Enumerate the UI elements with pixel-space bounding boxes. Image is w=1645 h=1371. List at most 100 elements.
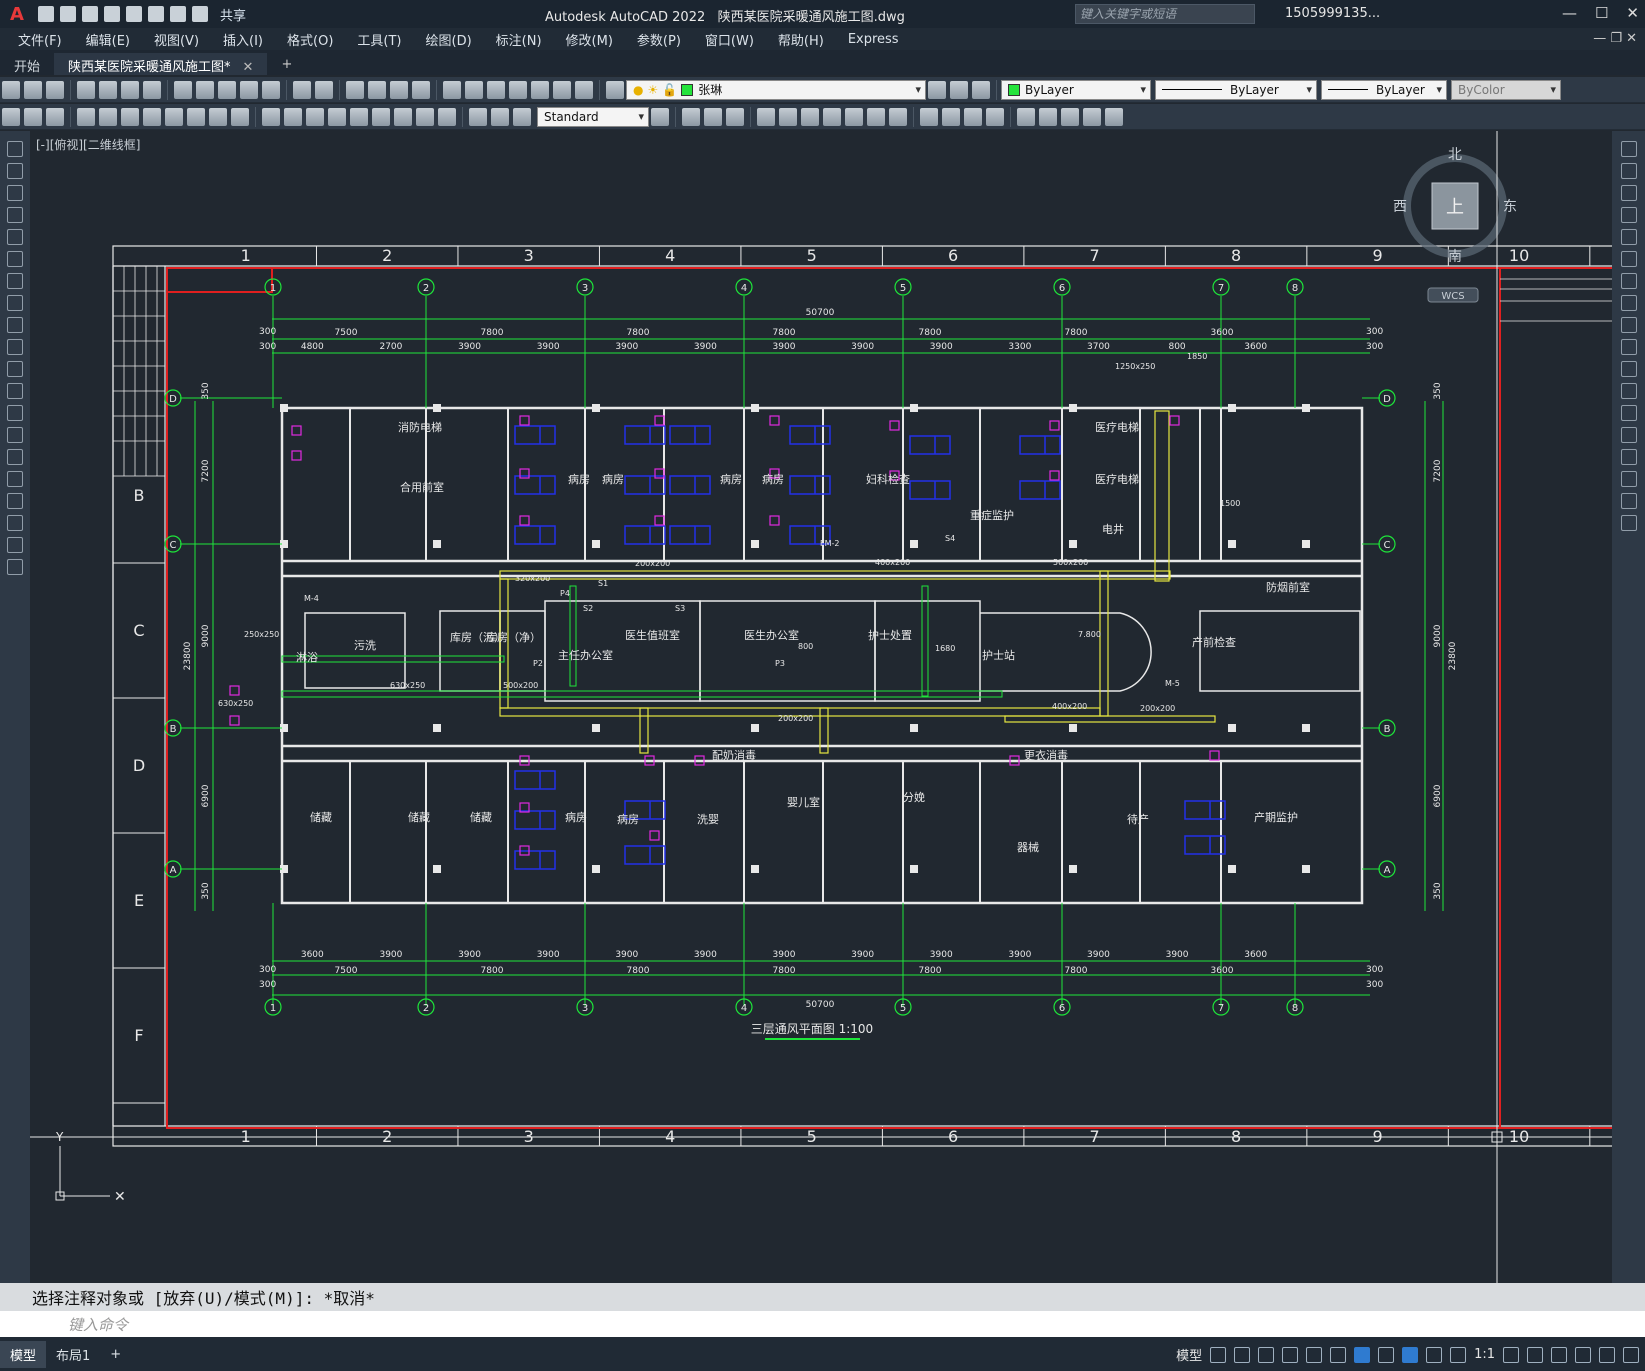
scale-icon[interactable] [1620,295,1637,311]
web-icon[interactable] [143,80,161,99]
publish-icon[interactable] [126,6,142,22]
menu-view[interactable]: 视图(V) [154,30,199,49]
extend-icon[interactable] [1620,361,1637,377]
menu-window[interactable]: 窗口(W) [705,30,754,49]
tool-palettes-icon[interactable] [487,80,505,99]
modify-icon-18[interactable] [1083,107,1101,126]
lineweight-dropdown[interactable]: ByLayer [1321,79,1447,100]
zoom-realtime-icon[interactable] [368,80,386,99]
gradient-icon[interactable] [7,471,23,487]
minimize-icon[interactable]: — [1562,4,1577,22]
modify-icon-16[interactable] [1039,107,1057,126]
center-mark-icon[interactable] [394,107,412,126]
viewcube[interactable]: 上 北 南 西 东 WCS [1393,147,1517,303]
erase-icon[interactable] [1620,141,1637,157]
viewcube-top[interactable]: 上 [1446,197,1464,218]
menu-tools[interactable]: 工具(T) [357,30,401,49]
modify-icon-12[interactable] [942,107,960,126]
new-tab-button[interactable]: + [281,57,292,75]
radius-icon[interactable] [165,107,183,126]
annotation-scale-icon[interactable] [1450,1346,1467,1363]
isolate-objects-icon[interactable] [1551,1346,1567,1363]
pan-icon[interactable] [346,80,364,99]
table-icon[interactable] [7,515,23,531]
calculator-icon[interactable] [553,80,571,99]
maximize-icon[interactable]: ☐ [1595,4,1608,22]
tab-start[interactable]: 开始 [0,53,54,75]
trim-icon[interactable] [1620,339,1637,355]
close-icon[interactable]: ✕ [1626,4,1639,22]
search-input[interactable]: 键入关键字或短语 [1075,4,1255,24]
angular-icon[interactable] [231,107,249,126]
linetype-dropdown[interactable]: ByLayer [1155,79,1317,100]
menu-express[interactable]: Express [848,32,899,47]
circle-icon[interactable] [7,273,23,289]
layer-states-icon[interactable] [972,80,990,99]
make-block-icon[interactable] [7,405,23,421]
toolbar-icon-a[interactable] [2,107,20,126]
zoom-previous-icon[interactable] [412,80,430,99]
wcs-menu[interactable]: WCS [1441,291,1464,302]
zoom-window-icon[interactable] [390,80,408,99]
modify-icon-11[interactable] [920,107,938,126]
help-icon[interactable] [575,80,593,99]
tolerance-icon[interactable] [372,107,390,126]
model-space-toggle[interactable]: 模型 [1176,1345,1202,1364]
aligned-dim-icon[interactable] [99,107,117,126]
modify-icon-4[interactable] [757,107,775,126]
modify-icon-3[interactable] [726,107,744,126]
add-layout-button[interactable]: + [100,1343,131,1366]
jogged-linear-icon[interactable] [438,107,456,126]
menu-parametric[interactable]: 参数(P) [637,30,681,49]
publish-icon[interactable] [121,80,139,99]
polar-icon[interactable] [1282,1346,1299,1363]
mirror-icon[interactable] [1620,185,1637,201]
match-properties-icon[interactable] [240,80,258,99]
modify-icon-7[interactable] [823,107,841,126]
stretch-icon[interactable] [1620,317,1637,333]
dim-edit-icon[interactable] [469,107,487,126]
tab-document[interactable]: 陕西某医院采暖通风施工图* ✕ [54,53,268,75]
break-icon[interactable] [350,107,368,126]
drawing-canvas[interactable]: 1122334455667788991010 BCDEF 1 2 3 4 5 6… [30,131,1612,1283]
undo-icon[interactable] [170,6,186,22]
open-file-icon[interactable] [60,6,76,22]
dim-update-icon[interactable] [513,107,531,126]
close-tab-icon[interactable]: ✕ [243,60,254,75]
menu-format[interactable]: 格式(O) [287,30,333,49]
tab-layout1[interactable]: 布局1 [46,1341,100,1368]
preview-icon[interactable] [99,80,117,99]
modify-icon-13[interactable] [964,107,982,126]
modify-icon-15[interactable] [1017,107,1035,126]
modify-icon-5[interactable] [779,107,797,126]
annotation-visibility-icon[interactable] [1402,1346,1419,1363]
menu-help[interactable]: 帮助(H) [778,30,824,49]
clean-screen-icon[interactable] [1599,1346,1615,1363]
quick-dim-icon[interactable] [262,107,280,126]
sheet-set-icon[interactable] [509,80,527,99]
text-style-dropdown[interactable]: Standard [537,106,649,127]
linear-dim-icon[interactable] [77,107,95,126]
blend-icon[interactable] [1620,493,1637,509]
copy-object-icon[interactable] [1620,163,1637,179]
add-selected-icon[interactable] [7,559,23,575]
annotation-scale-value[interactable]: 1:1 [1474,1347,1495,1362]
customization-icon[interactable] [1623,1346,1639,1363]
modify-icon-2[interactable] [704,107,722,126]
redo-icon[interactable] [315,80,333,99]
chamfer-icon[interactable] [1620,449,1637,465]
modify-icon-17[interactable] [1061,107,1079,126]
menu-dimension[interactable]: 标注(N) [496,30,542,49]
join-icon[interactable] [1620,427,1637,443]
modify-icon-19[interactable] [1105,107,1123,126]
modify-icon-8[interactable] [845,107,863,126]
design-center-icon[interactable] [465,80,483,99]
diameter-icon[interactable] [209,107,227,126]
ordinate-icon[interactable] [143,107,161,126]
dim-text-edit-icon[interactable] [491,107,509,126]
copy-icon[interactable] [196,80,214,99]
break-icon[interactable] [1620,405,1637,421]
hardware-accel-icon[interactable] [1575,1346,1591,1363]
offset-icon[interactable] [1620,207,1637,223]
break-at-point-icon[interactable] [1620,383,1637,399]
